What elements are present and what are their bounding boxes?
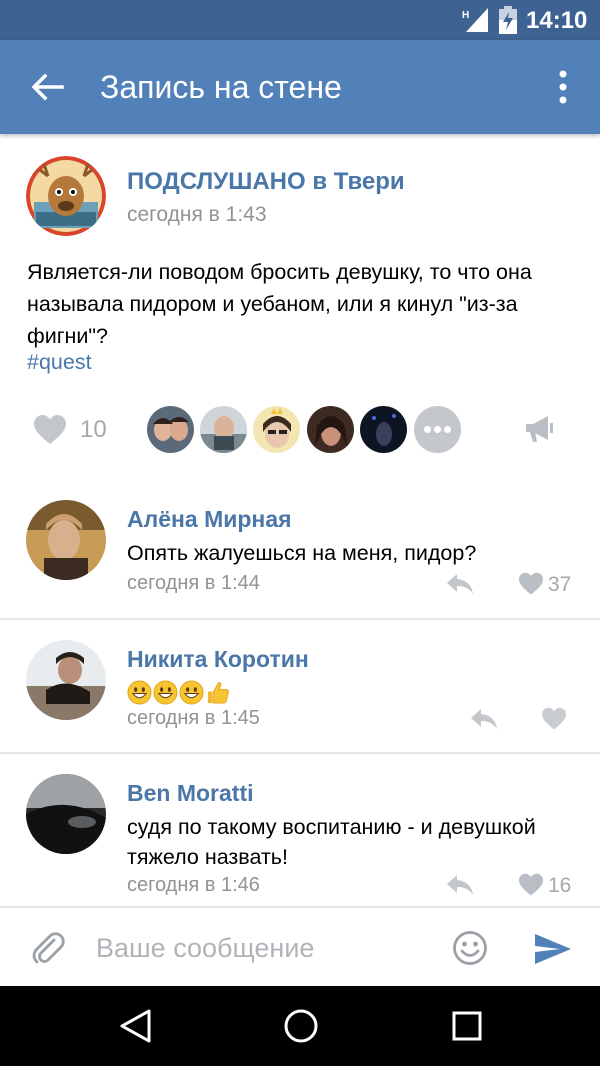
reply-icon[interactable]	[470, 708, 498, 730]
heart-icon[interactable]	[518, 572, 544, 596]
reply-icon[interactable]	[446, 573, 474, 595]
liker-avatar[interactable]	[200, 406, 247, 453]
reply-icon[interactable]	[446, 874, 474, 896]
more-vertical-icon[interactable]	[552, 70, 574, 104]
comment-author-name[interactable]: Никита Коротин	[127, 646, 309, 673]
liker-avatar[interactable]	[147, 406, 194, 453]
comment-divider	[0, 618, 600, 620]
page-title: Запись на стене	[100, 69, 342, 105]
comment-text: Опять жалуешься на меня, пидор?	[127, 541, 477, 565]
nav-back-icon[interactable]	[118, 1008, 152, 1044]
comment-author-avatar[interactable]	[26, 500, 106, 580]
more-likers-button[interactable]	[414, 406, 461, 453]
signal-icon: H	[462, 8, 488, 32]
heart-icon[interactable]	[541, 707, 567, 731]
heart-icon[interactable]	[518, 873, 544, 897]
paperclip-icon[interactable]	[30, 930, 66, 966]
post-text: Является-ли поводом бросить девушку, то …	[27, 260, 532, 348]
liker-avatar[interactable]	[307, 406, 354, 453]
status-bar: H 14:10	[0, 0, 600, 40]
thumbs-up-emoji-icon	[207, 682, 229, 704]
comment-text: судя по такому воспитанию - и девушкой т…	[127, 815, 536, 869]
heart-icon[interactable]	[33, 414, 67, 446]
comment-likes-count: 37	[548, 573, 572, 596]
comment-author-avatar[interactable]	[26, 774, 106, 854]
post-likes-count: 10	[80, 416, 107, 443]
send-icon[interactable]	[534, 932, 572, 966]
grinning-emoji-icon	[127, 680, 152, 705]
arrow-left-icon[interactable]	[30, 70, 64, 104]
grinning-emoji-icon	[179, 680, 204, 705]
comment-timestamp: сегодня в 1:45	[127, 707, 260, 729]
post-timestamp: сегодня в 1:43	[127, 203, 267, 226]
post-author-name[interactable]: ПОДСЛУШАНО в Твери	[127, 168, 405, 196]
svg-text:H: H	[462, 10, 469, 21]
liker-avatar[interactable]	[360, 406, 407, 453]
post-author-avatar[interactable]	[26, 156, 106, 236]
smile-icon[interactable]	[452, 930, 488, 966]
grinning-emoji-icon	[153, 680, 178, 705]
clock: 14:10	[526, 7, 588, 34]
post-hashtag[interactable]: #quest	[27, 350, 92, 375]
nav-recents-icon[interactable]	[452, 1010, 482, 1042]
comment-timestamp: сегодня в 1:44	[127, 572, 260, 594]
comment-divider	[0, 752, 600, 754]
comment-timestamp: сегодня в 1:46	[127, 874, 260, 896]
app-bar: Запись на стене	[0, 40, 600, 134]
comment-author-name[interactable]: Алёна Мирная	[127, 506, 292, 533]
message-input[interactable]	[96, 926, 436, 970]
system-nav-bar	[0, 986, 600, 1066]
nav-home-icon[interactable]	[283, 1008, 319, 1044]
liker-avatar[interactable]	[253, 406, 300, 453]
comment-emoji-text	[127, 676, 567, 706]
comment-author-name[interactable]: Ben Moratti	[127, 780, 254, 807]
comment-likes-count: 16	[548, 874, 572, 897]
megaphone-icon[interactable]	[524, 414, 554, 444]
comment-author-avatar[interactable]	[26, 640, 106, 720]
battery-charging-icon	[499, 6, 517, 34]
message-composer	[0, 906, 600, 986]
